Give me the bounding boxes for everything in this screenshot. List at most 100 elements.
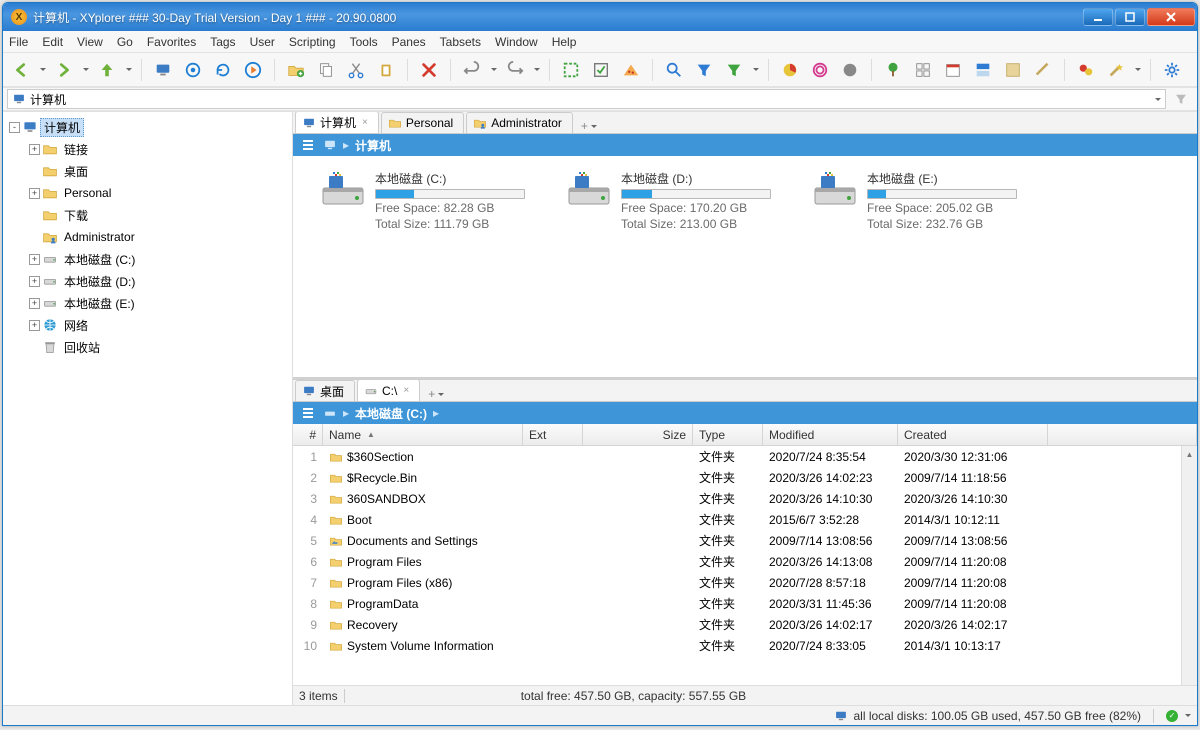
top-content[interactable]: 本地磁盘 (C:)Free Space: 82.28 GBTotal Size:… (293, 156, 1197, 377)
menu-edit[interactable]: Edit (42, 35, 63, 49)
check-icon[interactable] (589, 58, 613, 82)
table-row[interactable]: 10System Volume Information文件夹2020/7/24 … (293, 635, 1197, 656)
tree-node[interactable]: 桌面 (5, 160, 290, 182)
tree-node[interactable]: +网络 (5, 314, 290, 336)
cut-icon[interactable] (344, 58, 368, 82)
expand-toggle[interactable] (29, 210, 40, 221)
copy-icon[interactable] (314, 58, 338, 82)
tree-node[interactable]: +链接 (5, 138, 290, 160)
address-dropdown[interactable] (1155, 98, 1161, 101)
menu-go[interactable]: Go (117, 35, 133, 49)
drive-item[interactable]: 本地磁盘 (C:)Free Space: 82.28 GBTotal Size:… (319, 170, 525, 231)
bottom-breadcrumb[interactable]: ▸ 本地磁盘 (C:) ▸ (293, 402, 1197, 424)
menu-favorites[interactable]: Favorites (147, 35, 196, 49)
undo-icon[interactable] (460, 58, 484, 82)
title-bar[interactable]: X 计算机 - XYplorer ### 30-Day Trial Versio… (3, 3, 1197, 31)
table-row[interactable]: 3360SANDBOX文件夹2020/3/26 14:10:302020/3/2… (293, 488, 1197, 509)
table-row[interactable]: 7Program Files (x86)文件夹2020/7/28 8:57:18… (293, 572, 1197, 593)
address-input[interactable]: 计算机 (7, 89, 1166, 109)
forward-dropdown[interactable] (83, 68, 89, 71)
maximize-button[interactable] (1115, 8, 1145, 26)
menu-tags[interactable]: Tags (210, 35, 235, 49)
table-row[interactable]: 5Documents and Settings文件夹2009/7/14 13:0… (293, 530, 1197, 551)
tab[interactable]: Administrator (466, 112, 573, 133)
status-dropdown[interactable] (1185, 714, 1191, 717)
back-dropdown[interactable] (40, 68, 46, 71)
col-type[interactable]: Type (693, 424, 763, 445)
redo-dropdown[interactable] (534, 68, 540, 71)
expand-toggle[interactable]: + (29, 144, 40, 155)
select-icon[interactable] (559, 58, 583, 82)
menu-window[interactable]: Window (495, 35, 538, 49)
up-button[interactable] (95, 58, 119, 82)
tree-node[interactable]: +本地磁盘 (D:) (5, 270, 290, 292)
computer-icon[interactable] (151, 58, 175, 82)
expand-toggle[interactable] (29, 232, 40, 243)
paste-icon[interactable] (374, 58, 398, 82)
circle-icon[interactable] (838, 58, 862, 82)
tab[interactable]: Personal (381, 112, 464, 133)
up-dropdown[interactable] (126, 68, 132, 71)
pie-icon[interactable] (778, 58, 802, 82)
expand-toggle[interactable]: + (29, 188, 40, 199)
tree-node[interactable]: +本地磁盘 (E:) (5, 292, 290, 314)
menu-scripting[interactable]: Scripting (289, 35, 336, 49)
table-row[interactable]: 9Recovery文件夹2020/3/26 14:02:172020/3/26 … (293, 614, 1197, 635)
tree-node[interactable]: -计算机 (5, 116, 290, 138)
table-row[interactable]: 4Boot文件夹2015/6/7 3:52:282014/3/1 10:12:1… (293, 509, 1197, 530)
refresh-icon[interactable] (211, 58, 235, 82)
expand-toggle[interactable]: + (29, 320, 40, 331)
table-row[interactable]: 6Program Files文件夹2020/3/26 14:13:082009/… (293, 551, 1197, 572)
table-row[interactable]: 2$Recycle.Bin文件夹2020/3/26 14:02:232009/7… (293, 467, 1197, 488)
close-tab-icon[interactable]: × (362, 117, 368, 128)
blob-icon[interactable] (1074, 58, 1098, 82)
tab[interactable]: 计算机× (295, 112, 379, 133)
menu-help[interactable]: Help (552, 35, 577, 49)
expand-toggle[interactable] (29, 166, 40, 177)
redo-icon[interactable] (503, 58, 527, 82)
menu-tabsets[interactable]: Tabsets (440, 35, 481, 49)
breadcrumb-current[interactable]: 计算机 (355, 137, 391, 154)
tree-node[interactable]: 回收站 (5, 336, 290, 358)
drive-item[interactable]: 本地磁盘 (E:)Free Space: 205.02 GBTotal Size… (811, 170, 1017, 231)
col-modified[interactable]: Modified (763, 424, 898, 445)
menu-panes[interactable]: Panes (392, 35, 426, 49)
brush-icon[interactable] (1031, 58, 1055, 82)
quick-filter-icon[interactable] (1169, 89, 1193, 109)
target-icon[interactable] (181, 58, 205, 82)
close-button[interactable] (1147, 8, 1195, 26)
tree-node[interactable]: +本地磁盘 (C:) (5, 248, 290, 270)
split-icon[interactable] (971, 58, 995, 82)
menu-view[interactable]: View (77, 35, 103, 49)
tab[interactable]: C:\× (357, 380, 420, 401)
add-tab-button[interactable]: + (422, 387, 450, 401)
minimize-button[interactable] (1083, 8, 1113, 26)
close-tab-icon[interactable]: × (403, 385, 409, 396)
menu-user[interactable]: User (250, 35, 275, 49)
new-folder-icon[interactable] (284, 58, 308, 82)
scrollbar[interactable]: ▲ (1181, 446, 1197, 685)
calendar-icon[interactable] (941, 58, 965, 82)
wand-dropdown[interactable] (1135, 68, 1141, 71)
pizza-icon[interactable] (619, 58, 643, 82)
expand-toggle[interactable] (29, 342, 40, 353)
menu-file[interactable]: File (9, 35, 28, 49)
tab[interactable]: 桌面 (295, 380, 355, 401)
filter-green-icon[interactable] (722, 58, 746, 82)
expand-toggle[interactable]: + (29, 254, 40, 265)
table-row[interactable]: 8ProgramData文件夹2020/3/31 11:45:362009/7/… (293, 593, 1197, 614)
tree-icon[interactable] (881, 58, 905, 82)
menu-tools[interactable]: Tools (350, 35, 378, 49)
forward-button[interactable] (52, 58, 76, 82)
tree-node[interactable]: 下载 (5, 204, 290, 226)
menu-icon[interactable] (299, 136, 317, 154)
bottom-content[interactable]: # Name▲ Ext Size Type Modified Created 1… (293, 424, 1197, 685)
expand-toggle[interactable]: + (29, 298, 40, 309)
back-button[interactable] (9, 58, 33, 82)
drive-item[interactable]: 本地磁盘 (D:)Free Space: 170.20 GBTotal Size… (565, 170, 771, 231)
table-row[interactable]: 1$360Section文件夹2020/7/24 8:35:542020/3/3… (293, 446, 1197, 467)
panel-icon[interactable] (1001, 58, 1025, 82)
col-name[interactable]: Name▲ (323, 424, 523, 445)
menu-icon[interactable] (299, 404, 317, 422)
col-index[interactable]: # (293, 424, 323, 445)
